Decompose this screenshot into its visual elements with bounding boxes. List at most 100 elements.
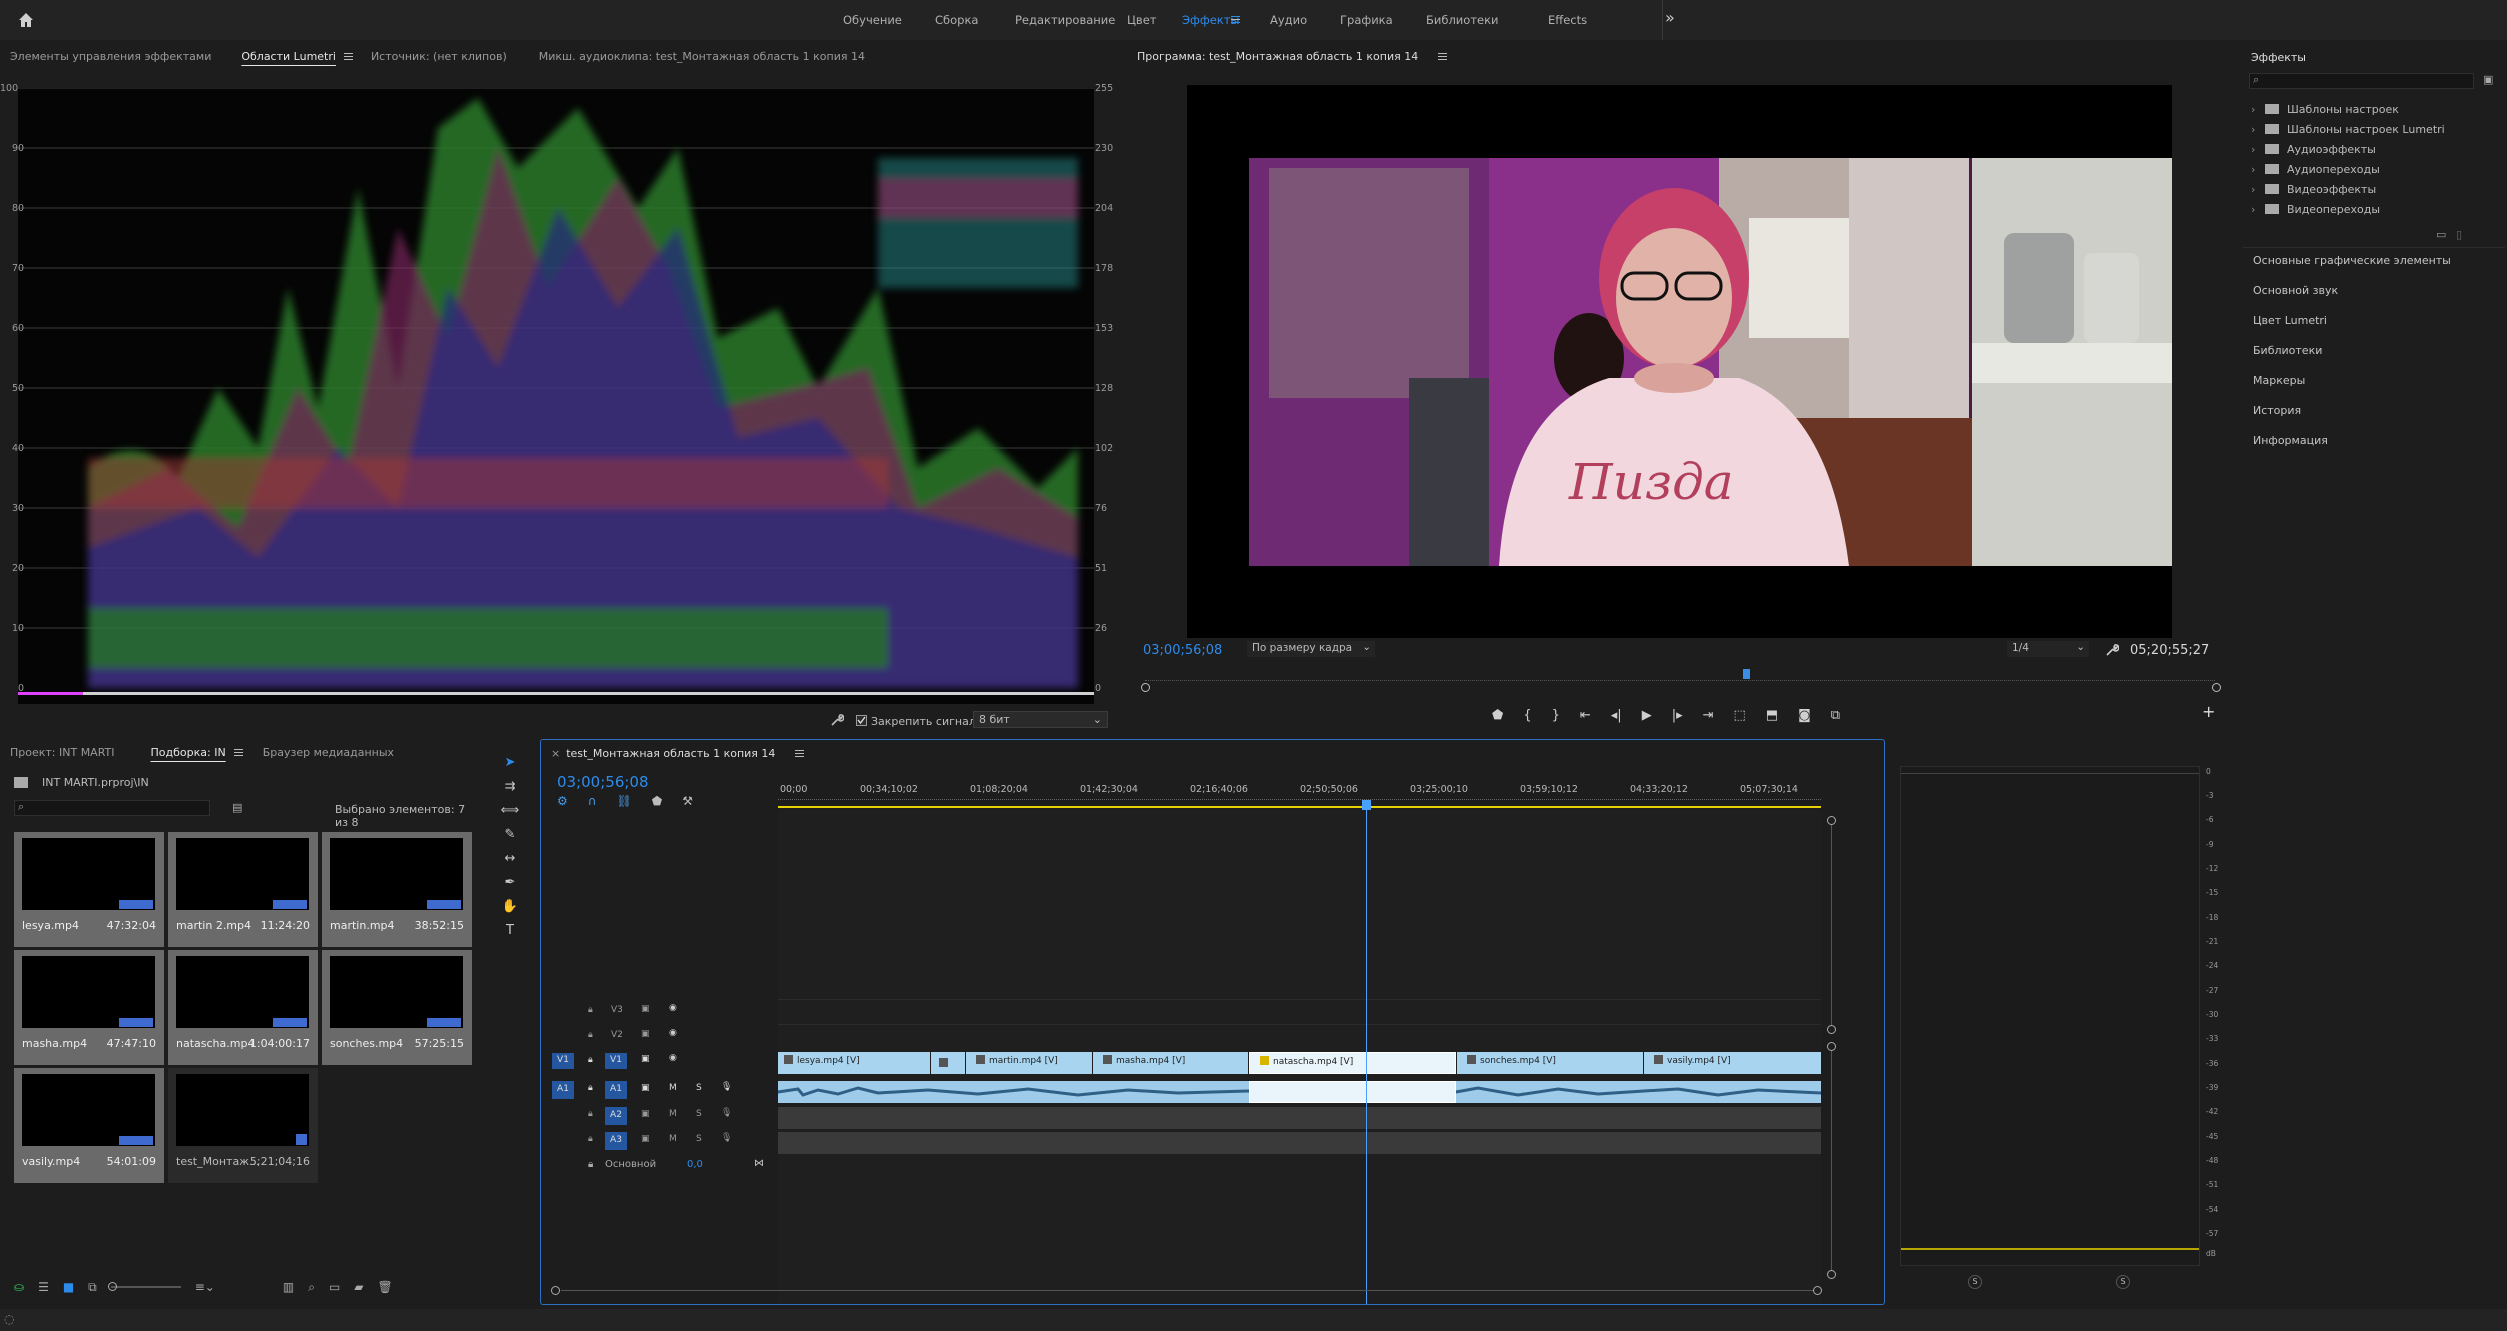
effects-folder[interactable]: › Аудиоэффекты	[2251, 139, 2491, 159]
list-item[interactable]: sonches.mp4 57:25:15	[322, 950, 472, 1065]
sync-lock-icon[interactable]: ▣	[641, 1054, 650, 1064]
clamp-signal-checkbox[interactable]	[856, 715, 867, 726]
sync-lock-icon[interactable]: ▣	[641, 1109, 650, 1119]
workspace-effects-custom[interactable]: Effects	[1548, 13, 1628, 29]
scroll-handle[interactable]	[1827, 1270, 1836, 1279]
panel-history[interactable]: История	[2253, 404, 2493, 434]
wrench-icon[interactable]	[830, 713, 844, 727]
new-folder-icon[interactable]: ▭	[2436, 228, 2446, 241]
mute-icon[interactable]: M	[669, 1134, 677, 1144]
horizontal-scrollbar[interactable]	[551, 1284, 1826, 1298]
panel-info[interactable]: Информация	[2253, 434, 2493, 464]
track-label[interactable]: A2	[605, 1107, 627, 1125]
scroll-handle[interactable]	[1813, 1286, 1822, 1295]
list-item[interactable]: test_Монтаж... 5;21;04;16	[168, 1068, 318, 1183]
solo-right-button[interactable]: S	[2116, 1275, 2130, 1289]
sync-lock-icon[interactable]: ▣	[641, 1029, 650, 1039]
eye-icon[interactable]: ◉	[669, 1053, 677, 1063]
tab-effect-controls[interactable]: Элементы управления эффектами	[10, 47, 221, 66]
sync-lock-icon[interactable]: ▣	[641, 1004, 650, 1014]
video-clip[interactable]: vasily.mp4 [V]	[1644, 1052, 1821, 1074]
workspace-effects[interactable]: Эффекты	[1182, 13, 1240, 29]
tab-media-browser[interactable]: Браузер медиаданных	[263, 743, 404, 762]
scroll-handle[interactable]	[1827, 1025, 1836, 1034]
sequence-tab[interactable]: test_Монтажная область 1 копия 14	[566, 744, 785, 763]
video-clip[interactable]: sonches.mp4 [V]	[1457, 1052, 1643, 1074]
zoom-slider[interactable]	[107, 1282, 181, 1291]
tab-audio-clip-mixer[interactable]: Микш. аудиоклипа: test_Монтажная область…	[539, 47, 875, 66]
list-item[interactable]: lesya.mp4 47:32:04	[14, 832, 164, 947]
lock-icon[interactable]: 🔒︎	[588, 1005, 593, 1015]
lock-icon[interactable]: 🔒︎	[588, 1134, 593, 1144]
workspace-color[interactable]: Цвет	[1127, 13, 1182, 29]
automate-to-sequence-icon[interactable]: ▥	[283, 1280, 294, 1294]
close-icon[interactable]: ×	[551, 747, 560, 760]
mark-in-icon[interactable]: {	[1523, 708, 1531, 723]
linked-selection-icon[interactable]: ⛓	[617, 794, 632, 808]
go-to-end-icon[interactable]: ⋈	[754, 1158, 764, 1169]
solo-left-button[interactable]: S	[1968, 1275, 1982, 1289]
hand-tool-icon[interactable]: ✋	[502, 899, 518, 914]
list-item[interactable]: vasily.mp4 54:01:09	[14, 1068, 164, 1183]
find-icon[interactable]: ⌕	[308, 1280, 315, 1295]
mark-out-icon[interactable]: }	[1552, 708, 1560, 723]
microphone-icon[interactable]: 🎙︎	[721, 1133, 732, 1143]
freeform-view-icon[interactable]: ⧉	[88, 1280, 97, 1295]
wrench-icon[interactable]: ⚒	[682, 794, 693, 808]
track-select-tool-icon[interactable]: ⇉	[505, 779, 516, 794]
sync-lock-icon[interactable]: ▣	[641, 1134, 650, 1144]
icon-view-icon[interactable]: ■	[63, 1280, 74, 1294]
effects-folder[interactable]: › Шаблоны настроек	[2251, 99, 2491, 119]
sort-icon[interactable]: ≡⌄	[195, 1280, 215, 1294]
tab-source[interactable]: Источник: (нет клипов)	[371, 47, 517, 66]
extract-icon[interactable]: ⬒	[1766, 708, 1778, 723]
audio-clip-selected[interactable]	[1249, 1081, 1456, 1103]
a1-track-audio[interactable]	[778, 1081, 1821, 1103]
delete-icon[interactable]: ▯	[2456, 228, 2462, 241]
program-playhead[interactable]	[1743, 669, 1750, 679]
panel-menu-icon[interactable]	[1438, 52, 1448, 60]
comparison-view-icon[interactable]: ⧉	[1831, 708, 1840, 723]
solo-icon[interactable]: S	[696, 1083, 702, 1093]
lock-icon[interactable]: 🔒︎	[588, 1030, 593, 1040]
solo-icon[interactable]: S	[696, 1134, 702, 1144]
scroll-handle[interactable]	[1827, 816, 1836, 825]
panel-menu-icon[interactable]	[233, 748, 243, 756]
workspace-assembly[interactable]: Сборка	[935, 13, 995, 29]
ripple-edit-tool-icon[interactable]: ⟺	[501, 803, 520, 818]
track-area[interactable]: lesya.mp4 [V] martin.mp4 [V] masha.mp4 […	[778, 800, 1821, 1304]
workspace-libraries[interactable]: Библиотеки	[1426, 13, 1548, 29]
playhead-handle[interactable]	[1362, 800, 1371, 810]
scrubber-end-handle[interactable]	[2212, 683, 2221, 692]
slip-tool-icon[interactable]: ↔	[505, 851, 516, 866]
track-label[interactable]: A1	[605, 1081, 627, 1099]
effects-folder[interactable]: › Аудиопереходы	[2251, 159, 2491, 179]
workspace-menu-icon[interactable]	[1231, 16, 1240, 23]
snap-icon[interactable]: ∩	[588, 794, 597, 808]
program-timecode[interactable]: 03;00;56;08	[1143, 643, 1222, 658]
timeline-timecode[interactable]: 03;00;56;08	[557, 773, 649, 791]
play-icon[interactable]: ▶	[1642, 708, 1652, 723]
nest-icon[interactable]: ⚙	[557, 794, 568, 808]
lock-icon[interactable]: ⛀	[14, 1280, 24, 1294]
scroll-handle[interactable]	[551, 1286, 560, 1295]
microphone-icon[interactable]: 🎙︎	[721, 1082, 732, 1092]
trash-icon[interactable]: 🗑	[378, 1280, 393, 1294]
program-scrubber[interactable]	[1141, 667, 2221, 692]
eye-icon[interactable]: ◉	[669, 1003, 677, 1013]
fit-select[interactable]: По размеру кадра ⌄	[1247, 641, 1375, 657]
bit-depth-select[interactable]: 8 бит ⌄	[973, 711, 1108, 728]
razor-tool-icon[interactable]: ✎	[505, 827, 516, 842]
lock-icon[interactable]: 🔒︎	[588, 1159, 593, 1170]
list-view-icon[interactable]: ☰	[38, 1280, 49, 1294]
step-back-icon[interactable]: ◂|	[1611, 708, 1622, 723]
master-volume-value[interactable]: 0,0	[687, 1159, 703, 1170]
mute-icon[interactable]: M	[669, 1083, 677, 1093]
panel-menu-icon[interactable]	[343, 52, 353, 60]
sync-lock-icon[interactable]: ▣	[641, 1083, 650, 1093]
scrubber-start-handle[interactable]	[1141, 683, 1150, 692]
lift-icon[interactable]: ⬚	[1734, 708, 1746, 723]
home-icon[interactable]	[16, 10, 36, 30]
pen-tool-icon[interactable]: ✒	[505, 875, 516, 890]
panel-essential-graphics[interactable]: Основные графические элементы	[2253, 254, 2493, 284]
